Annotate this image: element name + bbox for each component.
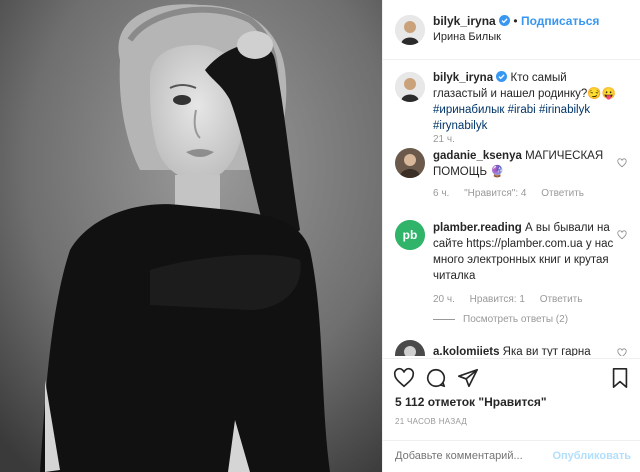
avatar-image	[395, 15, 425, 45]
comment-item: a.kolomiiets Яка ви тут гарна	[393, 338, 633, 356]
comment-item: pb plamber.reading А вы бывали на сайте …	[393, 218, 633, 338]
avatar-image	[395, 72, 425, 102]
svg-text:pb: pb	[403, 228, 418, 242]
reply-button[interactable]: Ответить	[540, 294, 583, 305]
add-comment-bar: Опубликовать	[383, 440, 640, 472]
comment-author[interactable]: a.kolomiiets	[433, 346, 499, 356]
view-replies[interactable]: Посмотреть ответы (2)	[433, 314, 568, 325]
comment-meta: 6 ч. "Нравится": 4 Ответить	[433, 188, 596, 199]
comment-meta: 20 ч. Нравится: 1 Ответить	[433, 294, 594, 305]
heart-icon[interactable]	[617, 230, 627, 240]
comment-time[interactable]: 20 ч.	[433, 294, 455, 305]
avatar-image	[395, 148, 425, 178]
verified-icon	[499, 15, 511, 26]
comment-text: plamber.reading А вы бывали на сайте htt…	[433, 220, 623, 284]
post-actions: 5 112 отметок "Нравится" 21 ЧАСОВ НАЗАД	[383, 358, 640, 448]
post-time[interactable]: 21 ЧАСОВ НАЗАД	[395, 417, 467, 426]
avatar[interactable]: pb	[395, 220, 425, 250]
post-header: bilyk_iryna • Подписаться Ирина Билык	[383, 0, 640, 60]
avatar[interactable]	[395, 72, 425, 102]
caption: bilyk_iryna Кто самый глазастый и нашел …	[393, 68, 633, 156]
comment-time[interactable]: 6 ч.	[433, 188, 449, 199]
hashtag[interactable]: #irabi	[508, 104, 536, 116]
pb-logo: pb	[395, 220, 425, 250]
caption-text: bilyk_iryna Кто самый глазастый и нашел …	[433, 70, 623, 134]
heart-icon[interactable]	[617, 158, 627, 168]
comments-list[interactable]: bilyk_iryna Кто самый глазастый и нашел …	[383, 60, 640, 356]
hashtag[interactable]: #irynabilyk	[433, 120, 487, 132]
comment-body: Яка ви тут гарна	[502, 346, 591, 356]
author-username[interactable]: bilyk_iryna	[433, 14, 496, 28]
bookmark-icon[interactable]	[609, 367, 631, 389]
caption-author[interactable]: bilyk_iryna	[433, 72, 493, 84]
follow-button[interactable]: Подписаться	[521, 14, 599, 28]
hashtag[interactable]: #иринабилык	[433, 104, 504, 116]
comment-text: a.kolomiiets Яка ви тут гарна	[433, 344, 623, 356]
post-sidebar: bilyk_iryna • Подписаться Ирина Билык bi…	[382, 0, 640, 472]
caption-meta: 21 ч.	[433, 134, 467, 145]
publish-button[interactable]: Опубликовать	[552, 450, 631, 462]
hashtag[interactable]: #irinabilyk	[539, 104, 590, 116]
comment-likes[interactable]: Нравится: 1	[470, 294, 525, 305]
verified-icon	[496, 71, 508, 82]
heart-icon[interactable]	[393, 367, 415, 389]
comment-input[interactable]	[395, 450, 555, 462]
comment-item: gadanie_ksenya МАГИЧЕСКАЯ ПОМОЩЬ 🔮 6 ч. …	[393, 146, 633, 206]
header-title-row: bilyk_iryna • Подписаться	[433, 14, 599, 28]
location[interactable]: Ирина Билык	[433, 31, 501, 43]
photo-image	[0, 0, 382, 472]
avatar[interactable]	[395, 15, 425, 45]
likes-count[interactable]: 5 112 отметок "Нравится"	[395, 395, 547, 409]
comment-author[interactable]: gadanie_ksenya	[433, 150, 522, 162]
avatar[interactable]	[395, 340, 425, 356]
view-replies-label[interactable]: Посмотреть ответы (2)	[463, 314, 568, 325]
comment-author[interactable]: plamber.reading	[433, 222, 522, 234]
caption-time[interactable]: 21 ч.	[433, 134, 455, 145]
replies-divider	[433, 318, 455, 320]
heart-icon[interactable]	[617, 348, 627, 356]
comment-likes[interactable]: "Нравится": 4	[464, 188, 526, 199]
reply-button[interactable]: Ответить	[541, 188, 584, 199]
avatar[interactable]	[395, 148, 425, 178]
avatar-image	[395, 340, 425, 356]
separator: •	[513, 14, 518, 28]
share-icon[interactable]	[457, 367, 479, 389]
comment-text: gadanie_ksenya МАГИЧЕСКАЯ ПОМОЩЬ 🔮	[433, 148, 623, 180]
instagram-post: bilyk_iryna • Подписаться Ирина Билык bi…	[0, 0, 640, 472]
post-photo[interactable]	[0, 0, 382, 472]
comment-icon[interactable]	[425, 367, 447, 389]
